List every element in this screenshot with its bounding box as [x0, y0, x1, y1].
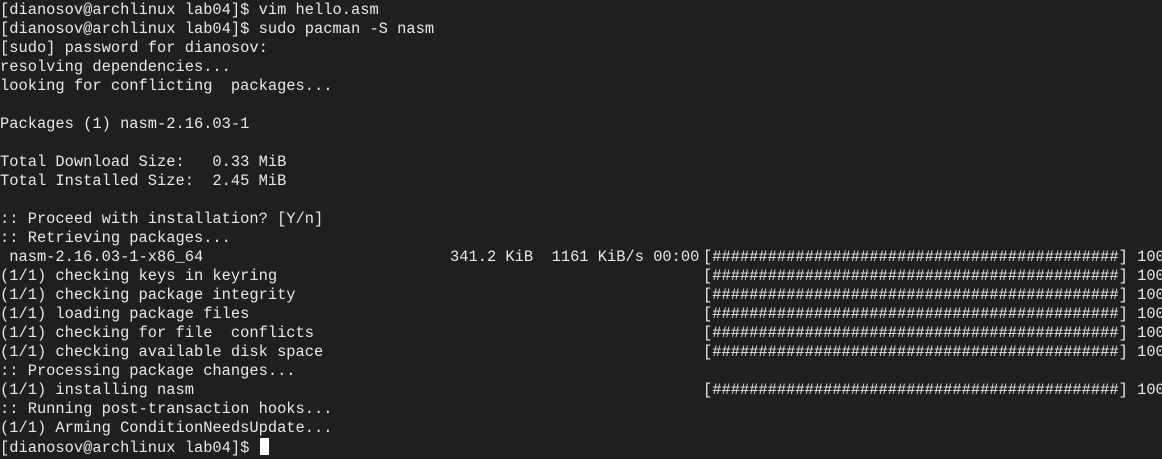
shell-prompt: [dianosov@archlinux lab04]$: [0, 20, 259, 38]
progress-step-label: (1/1) checking package integrity: [0, 286, 296, 304]
progress-step-label: (1/1) checking available disk space: [0, 343, 324, 361]
terminal-line-output: Total Installed Size: 2.45 MiB: [0, 172, 287, 190]
progress-step-row: (1/1) checking available disk space [###…: [0, 343, 1162, 362]
download-progress-row: nasm-2.16.03-1-x86_64 341.2 KiB 1161 KiB…: [0, 248, 1162, 267]
progress-bar: [#######################################…: [703, 324, 1162, 342]
terminal-line-output: :: Processing package changes...: [0, 362, 296, 380]
progress-bar: [#######################################…: [703, 381, 1162, 399]
command-text: sudo pacman -S nasm: [258, 20, 435, 38]
progress-step-row: (1/1) checking keys in keyring [########…: [0, 267, 1162, 286]
terminal-line-output: :: Running post-transaction hooks...: [0, 400, 333, 418]
terminal-window[interactable]: [dianosov@archlinux lab04]$ vim hello.as…: [0, 0, 1162, 459]
progress-step-row: (1/1) checking for file conflicts [#####…: [0, 324, 1162, 343]
terminal-line-output: [sudo] password for dianosov:: [0, 39, 268, 57]
terminal-line-output: :: Proceed with installation? [Y/n]: [0, 210, 324, 228]
text-cursor[interactable]: [259, 438, 269, 455]
progress-bar: [#######################################…: [703, 305, 1162, 323]
progress-bar: [#######################################…: [703, 343, 1162, 361]
terminal-line-command: [dianosov@archlinux lab04]$ vim hello.as…: [0, 1, 379, 20]
command-text: vim hello.asm: [258, 1, 379, 19]
progress-bar: [#######################################…: [703, 248, 1162, 266]
shell-prompt: [dianosov@archlinux lab04]$: [0, 1, 259, 19]
terminal-line-output: resolving dependencies...: [0, 58, 231, 76]
terminal-line-output: :: Retrieving packages...: [0, 229, 231, 247]
download-stats: 341.2 KiB 1161 KiB/s 00:00: [450, 248, 700, 266]
terminal-line-output: Total Download Size: 0.33 MiB: [0, 153, 287, 171]
terminal-line-output: (1/1) Arming ConditionNeedsUpdate...: [0, 419, 333, 437]
terminal-line-output: looking for conflicting packages...: [0, 77, 333, 95]
progress-step-label: (1/1) checking for file conflicts: [0, 324, 315, 342]
progress-bar: [#######################################…: [703, 286, 1162, 304]
progress-step-row: (1/1) installing nasm [#################…: [0, 381, 1162, 400]
terminal-line-output: Packages (1) nasm-2.16.03-1: [0, 115, 250, 133]
progress-step-label: (1/1) checking keys in keyring: [0, 267, 278, 285]
progress-step-row: (1/1) checking package integrity [######…: [0, 286, 1162, 305]
progress-step-label: (1/1) installing nasm: [0, 381, 194, 399]
download-package-name: nasm-2.16.03-1-x86_64: [0, 248, 204, 266]
progress-bar: [#######################################…: [703, 267, 1162, 285]
shell-prompt: [dianosov@archlinux lab04]$: [0, 439, 259, 457]
progress-step-label: (1/1) loading package files: [0, 305, 250, 323]
terminal-input-line[interactable]: [dianosov@archlinux lab04]$: [0, 438, 269, 457]
progress-step-row: (1/1) loading package files [###########…: [0, 305, 1162, 324]
terminal-line-command: [dianosov@archlinux lab04]$ sudo pacman …: [0, 20, 434, 39]
